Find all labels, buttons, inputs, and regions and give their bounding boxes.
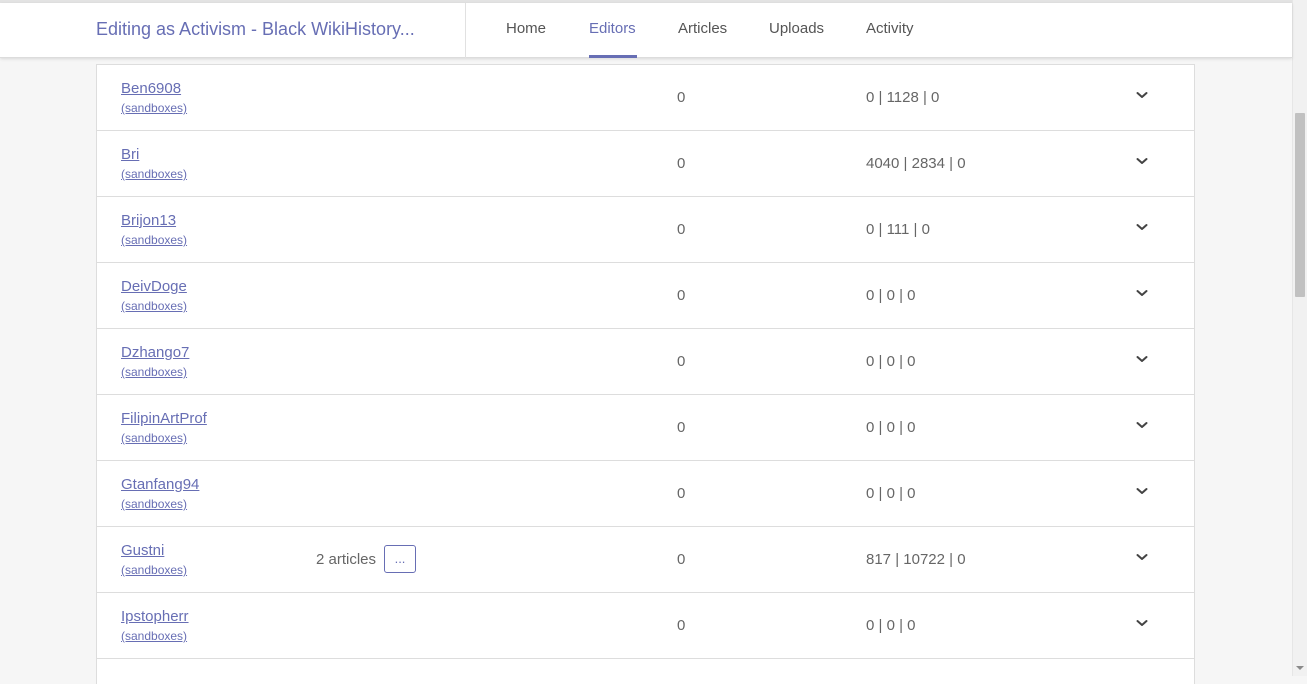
chevron-down-icon[interactable] [1134, 615, 1150, 631]
characters-added: 0 | 0 | 0 [866, 353, 916, 370]
username-link[interactable]: Ben6908 [121, 80, 181, 97]
edit-count: 0 [677, 287, 686, 304]
chevron-down-icon[interactable] [1134, 549, 1150, 565]
characters-added: 0 | 0 | 0 [866, 419, 916, 436]
course-title[interactable]: Editing as Activism - Black WikiHistory.… [96, 19, 415, 40]
nav-uploads[interactable]: Uploads [769, 20, 824, 37]
username-link[interactable]: Gustni [121, 542, 164, 559]
table-row: Bri (sandboxes) 0 4040 | 2834 | 0 [97, 131, 1194, 197]
nav-articles[interactable]: Articles [678, 20, 727, 37]
username-link[interactable]: Gtanfang94 [121, 476, 199, 493]
characters-added: 817 | 10722 | 0 [866, 551, 966, 568]
table-row: Gustni (sandboxes) 2 articles... 0 817 | 107… [97, 527, 1194, 593]
username-link[interactable]: FilipinArtProf [121, 410, 207, 427]
characters-added: 0 | 0 | 0 [866, 617, 916, 634]
chevron-down-icon[interactable] [1134, 483, 1150, 499]
username-link[interactable]: Ipstopherr [121, 608, 189, 625]
sandboxes-link[interactable]: (sandboxes) [121, 233, 187, 247]
scrollbar-thumb[interactable] [1295, 113, 1305, 297]
show-articles-button[interactable]: ... [384, 545, 416, 573]
sandboxes-link[interactable]: (sandboxes) [121, 629, 187, 643]
chevron-down-icon[interactable] [1134, 285, 1150, 301]
characters-added: 4040 | 2834 | 0 [866, 155, 966, 172]
chevron-down-icon[interactable] [1134, 87, 1150, 103]
active-tab-indicator [589, 55, 637, 58]
table-row: DeivDoge (sandboxes) 0 0 | 0 | 0 [97, 263, 1194, 329]
nav-activity[interactable]: Activity [866, 20, 914, 37]
table-row: Brijon13 (sandboxes) 0 0 | 111 | 0 [97, 197, 1194, 263]
nav-editors[interactable]: Editors [589, 20, 636, 37]
edit-count: 0 [677, 419, 686, 436]
characters-added: 0 | 1128 | 0 [866, 89, 940, 106]
sandboxes-link[interactable]: (sandboxes) [121, 101, 187, 115]
sandboxes-link[interactable]: (sandboxes) [121, 299, 187, 313]
sandboxes-link[interactable]: (sandboxes) [121, 167, 187, 181]
nav-divider [465, 3, 466, 58]
edit-count: 0 [677, 221, 686, 238]
username-link[interactable]: Bri [121, 146, 139, 163]
chevron-down-icon[interactable] [1134, 417, 1150, 433]
edit-count: 0 [677, 89, 686, 106]
course-navbar: Editing as Activism - Black WikiHistory.… [0, 3, 1292, 58]
table-row: Ipstopherr (sandboxes) 0 0 | 0 | 0 [97, 593, 1194, 659]
chevron-down-icon[interactable] [1134, 153, 1150, 169]
table-row: Ben6908 (sandboxes) 0 0 | 1128 | 0 [97, 65, 1194, 131]
username-link[interactable]: Dzhango7 [121, 344, 189, 361]
chevron-down-icon[interactable] [1134, 219, 1150, 235]
sandboxes-link[interactable]: (sandboxes) [121, 431, 187, 445]
editors-table: Ben6908 (sandboxes) 0 0 | 1128 | 0 Bri (sandb… [96, 64, 1195, 684]
table-row: Gtanfang94 (sandboxes) 0 0 | 0 | 0 [97, 461, 1194, 527]
edit-count: 0 [677, 551, 686, 568]
sandboxes-link[interactable]: (sandboxes) [121, 563, 187, 577]
table-row: FilipinArtProf (sandboxes) 0 0 | 0 | 0 [97, 395, 1194, 461]
username-link[interactable]: DeivDoge [121, 278, 187, 295]
characters-added: 0 | 111 | 0 [866, 221, 930, 238]
table-row: Dzhango7 (sandboxes) 0 0 | 0 | 0 [97, 329, 1194, 395]
username-link[interactable]: Brijon13 [121, 212, 176, 229]
assigned-articles-text: 2 articles [316, 551, 377, 568]
sandboxes-link[interactable]: (sandboxes) [121, 365, 187, 379]
edit-count: 0 [677, 485, 686, 502]
scroll-down-arrow-icon[interactable] [1296, 666, 1304, 670]
characters-added: 0 | 0 | 0 [866, 485, 916, 502]
nav-home[interactable]: Home [506, 20, 546, 37]
chevron-down-icon[interactable] [1134, 351, 1150, 367]
edit-count: 0 [677, 353, 686, 370]
edit-count: 0 [677, 617, 686, 634]
edit-count: 0 [677, 155, 686, 172]
characters-added: 0 | 0 | 0 [866, 287, 916, 304]
page-scrollbar[interactable] [1292, 0, 1307, 676]
sandboxes-link[interactable]: (sandboxes) [121, 497, 187, 511]
